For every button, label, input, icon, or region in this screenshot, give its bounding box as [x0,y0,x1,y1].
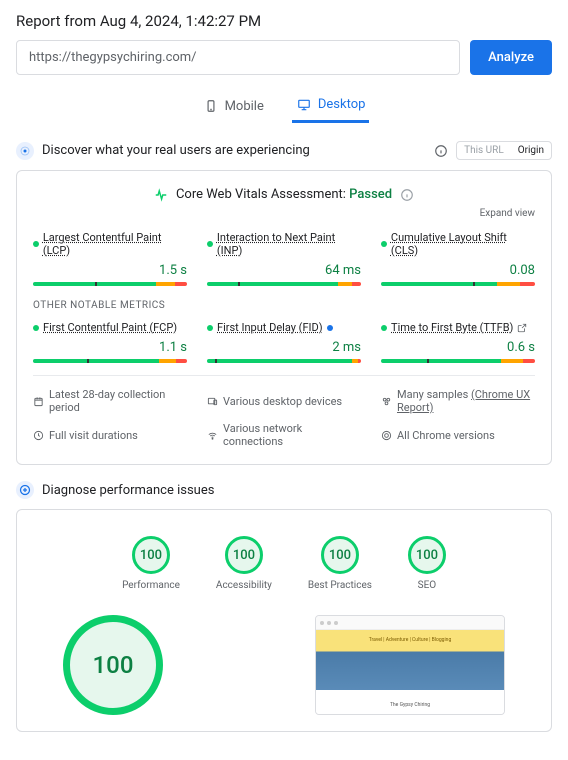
status-dot [33,325,39,331]
url-row: Analyze [16,40,552,75]
cwv-info-icon[interactable] [400,188,414,202]
metric-label[interactable]: First Input Delay (FID) [217,321,323,334]
metric-label[interactable]: Interaction to Next Paint (INP) [217,231,361,257]
discover-title: Discover what your real users are experi… [42,143,310,158]
tab-mobile-label: Mobile [225,99,264,114]
score-accessibility[interactable]: 100 Accessibility [216,536,272,591]
note-network: Various network connections [207,422,361,448]
status-dot [207,325,213,331]
metric-value: 0.08 [381,263,535,278]
pulse-icon [154,188,168,202]
chrome-icon [381,430,392,441]
device-tabs: Mobile Desktop [16,91,552,123]
tab-desktop[interactable]: Desktop [292,91,370,123]
discover-icon [16,142,34,160]
score-ring: 100 [225,536,263,574]
preview-chrome [316,616,504,630]
metric-label[interactable]: Cumulative Layout Shift (CLS) [391,231,535,257]
metric-value: 0.6 s [381,340,535,355]
score-label: SEO [408,580,446,591]
notes-grid: Latest 28-day collection period Various … [33,375,535,448]
other-metrics-grid: First Contentful Paint (FCP) 1.1 s First… [33,321,535,363]
url-input[interactable] [16,40,460,75]
note-period: Latest 28-day collection period [33,388,187,414]
score-label: Best Practices [308,580,372,591]
desktop-icon [296,98,312,112]
metric-cls: Cumulative Layout Shift (CLS) 0.08 [381,231,535,286]
metric-value: 2 ms [207,340,361,355]
metric-value: 1.5 s [33,263,187,278]
score-ring: 100 [132,536,170,574]
diagnose-header: Diagnose performance issues [16,481,552,499]
external-link-icon[interactable] [517,323,527,333]
performance-detail-row: 100 Travel | Adventure | Culture | Blogg… [33,615,535,715]
other-metrics-header: OTHER NOTABLE METRICS [33,300,535,311]
score-label: Accessibility [216,580,272,591]
note-devices: Various desktop devices [207,388,361,414]
distribution-bar [381,359,535,363]
note-versions: All Chrome versions [381,422,535,448]
core-metrics-grid: Largest Contentful Paint (LCP) 1.5 s Int… [33,231,535,286]
status-dot [33,241,39,247]
screenshot-preview: Travel | Adventure | Culture | Blogging … [315,615,505,715]
mobile-icon [203,99,219,113]
status-dot [381,325,387,331]
metric-label[interactable]: Largest Contentful Paint (LCP) [43,231,187,257]
info-icon[interactable] [434,144,448,158]
info-indicator[interactable] [327,325,333,331]
diagnose-title: Diagnose performance issues [42,483,214,498]
clock-icon [33,430,44,441]
metric-fid: First Input Delay (FID) 2 ms [207,321,361,363]
diagnose-card: 100 Performance 100 Accessibility 100 Be… [16,509,552,732]
devices-icon [207,396,218,407]
diagnose-icon [16,481,34,499]
scores-row: 100 Performance 100 Accessibility 100 Be… [33,536,535,591]
score-best-practices[interactable]: 100 Best Practices [308,536,372,591]
distribution-bar [33,282,187,286]
distribution-bar [381,282,535,286]
toggle-origin[interactable]: Origin [511,142,551,159]
distribution-bar [207,282,361,286]
status-dot [381,241,387,247]
cwv-label: Core Web Vitals Assessment: Passed [176,187,392,202]
report-title: Report from Aug 4, 2024, 1:42:27 PM [16,12,552,30]
distribution-bar [207,359,361,363]
discover-header: Discover what your real users are experi… [16,141,552,160]
tab-desktop-label: Desktop [318,97,366,112]
score-ring: 100 [408,536,446,574]
status-dot [207,241,213,247]
metric-ttfb: Time to First Byte (TTFB) 0.6 s [381,321,535,363]
cwv-header: Core Web Vitals Assessment: Passed [33,187,535,202]
metric-label[interactable]: First Contentful Paint (FCP) [43,321,177,334]
big-score-ring: 100 [63,615,163,715]
analyze-button[interactable]: Analyze [470,40,552,75]
preview-banner: Travel | Adventure | Culture | Blogging [366,636,455,644]
expand-view-link[interactable]: Expand view [33,208,535,219]
score-ring: 100 [321,536,359,574]
metric-value: 1.1 s [33,340,187,355]
metric-label[interactable]: Time to First Byte (TTFB) [391,321,513,334]
calendar-icon [33,396,44,407]
score-label: Performance [122,580,180,591]
score-seo[interactable]: 100 SEO [408,536,446,591]
metric-inp: Interaction to Next Paint (INP) 64 ms [207,231,361,286]
note-durations: Full visit durations [33,422,187,448]
wifi-icon [207,430,218,441]
toggle-this-url[interactable]: This URL [457,142,511,159]
cwv-card: Core Web Vitals Assessment: Passed Expan… [16,170,552,465]
metric-fcp: First Contentful Paint (FCP) 1.1 s [33,321,187,363]
tab-mobile[interactable]: Mobile [199,91,268,123]
metric-value: 64 ms [207,263,361,278]
metric-lcp: Largest Contentful Paint (LCP) 1.5 s [33,231,187,286]
note-samples: Many samples (Chrome UX Report) [381,388,535,414]
preview-caption: The Gypsy Chiring [390,702,430,708]
distribution-bar [33,359,187,363]
origin-toggle[interactable]: This URL Origin [456,141,552,160]
score-performance[interactable]: 100 Performance [122,536,180,591]
samples-icon [381,396,392,407]
